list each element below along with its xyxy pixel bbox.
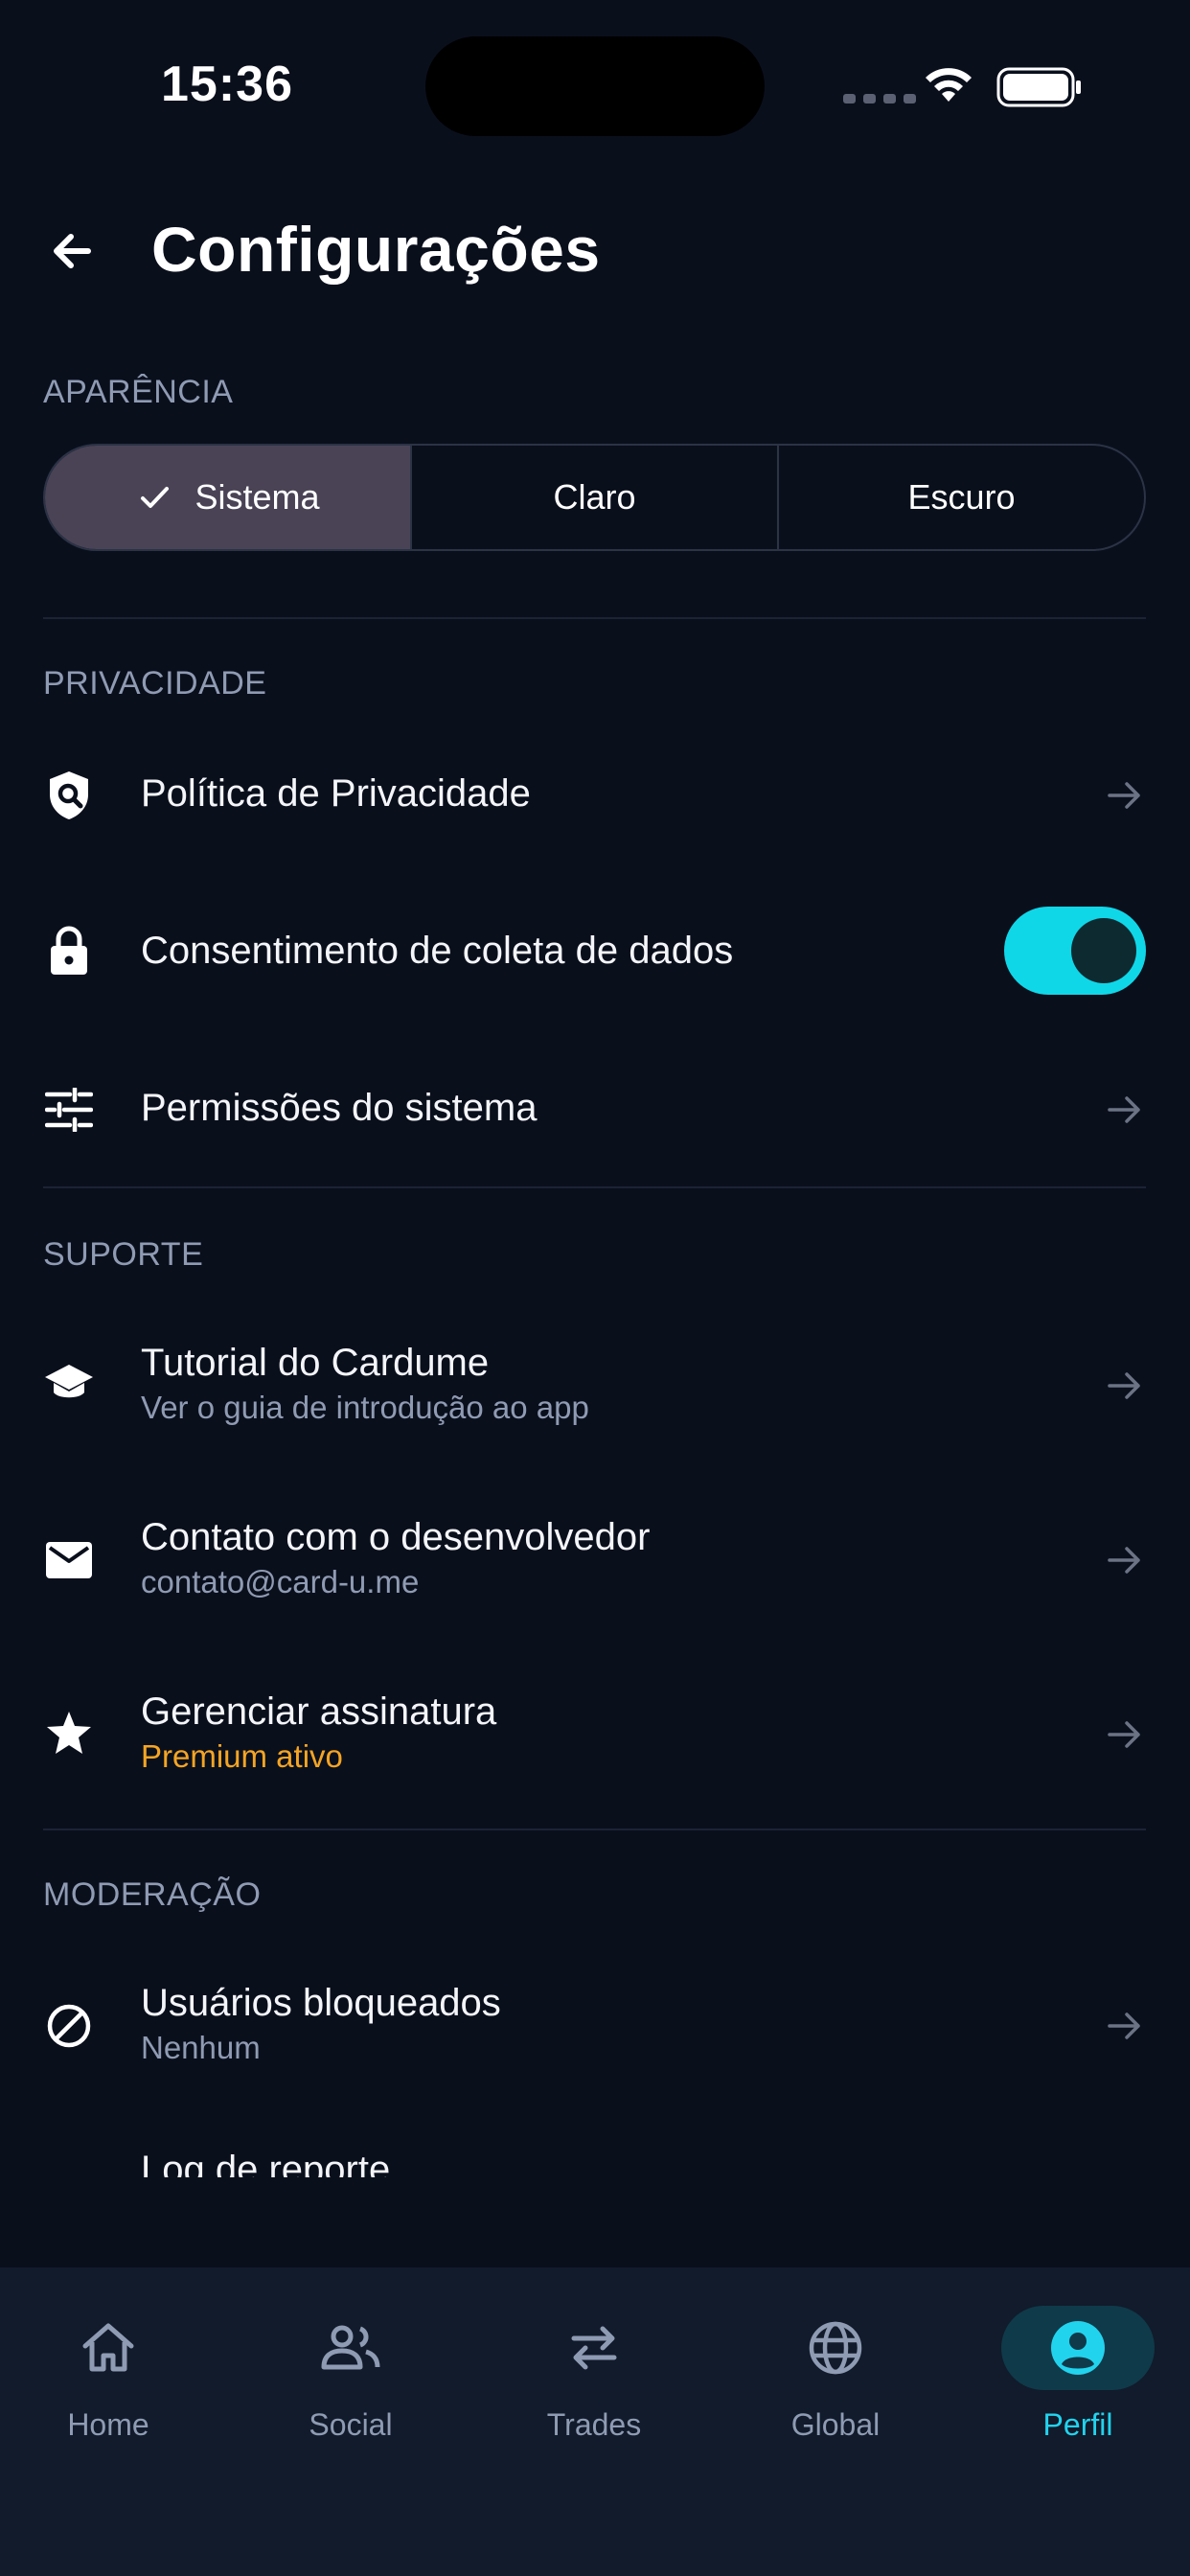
arrow-right-icon: [1108, 2012, 1140, 2039]
segment-sistema[interactable]: Sistema: [45, 446, 412, 549]
section-support: SUPORTE: [43, 1236, 204, 1273]
globe-icon: [809, 2321, 862, 2375]
swap-icon: [571, 2326, 617, 2370]
row-tutorial[interactable]: Tutorial do Cardume Ver o guia de introd…: [0, 1313, 1190, 1459]
segment-label: Escuro: [907, 477, 1016, 517]
shield-search-icon: [42, 769, 96, 822]
nav-label: Global: [790, 2407, 881, 2442]
segment-claro[interactable]: Claro: [412, 446, 779, 549]
status-bar: 15:36: [0, 0, 1190, 172]
row-manage-subscription[interactable]: Gerenciar assinatura Premium ativo: [0, 1662, 1190, 1807]
home-icon: [82, 2323, 134, 2372]
segment-escuro[interactable]: Escuro: [779, 446, 1144, 549]
row-privacy-policy[interactable]: Política de Privacidade: [0, 728, 1190, 862]
block-icon: [42, 1999, 96, 2053]
clipped-row: Log de reporte: [0, 2147, 1190, 2177]
row-title: Consentimento de coleta de dados: [141, 930, 734, 972]
row-blocked-users[interactable]: Usuários bloqueados Nenhum: [0, 1955, 1190, 2099]
profile-icon: [1051, 2321, 1105, 2375]
arrow-right-icon: [1108, 782, 1140, 809]
divider: [43, 1186, 1146, 1188]
bottom-navigation: Home Social Trades Global Perfil: [0, 2267, 1190, 2576]
arrow-right-icon: [1108, 1096, 1140, 1123]
appearance-segmented-control: Sistema Claro Escuro: [43, 444, 1146, 551]
arrow-right-icon: [1108, 1547, 1140, 1574]
data-consent-toggle[interactable]: [1004, 907, 1146, 995]
page-title: Configurações: [151, 214, 601, 285]
settings-screen: 15:36 Configurações APARÊNCIA Sistema Cl…: [0, 0, 1190, 2576]
row-title: Gerenciar assinatura: [141, 1690, 497, 1733]
wifi-icon: [926, 68, 972, 102]
row-title: Tutorial do Cardume: [141, 1342, 490, 1384]
row-subtitle: contato@card-u.me: [141, 1564, 420, 1599]
segment-label: Sistema: [195, 477, 320, 517]
segment-label: Claro: [553, 477, 636, 517]
nav-label: Trades: [546, 2407, 642, 2442]
sliders-icon: [42, 1083, 96, 1137]
arrow-right-icon: [1108, 1372, 1140, 1399]
lock-icon: [42, 924, 96, 978]
arrow-right-icon: [1108, 1721, 1140, 1748]
row-title: Contato com o desenvolvedor: [141, 1516, 651, 1558]
row-title[interactable]: Log de reporte: [141, 2149, 390, 2177]
row-contact-developer[interactable]: Contato com o desenvolvedor contato@card…: [0, 1487, 1190, 1633]
nav-label: Perfil: [1042, 2407, 1113, 2442]
nav-social[interactable]: Social: [255, 2306, 446, 2443]
mail-icon: [42, 1533, 96, 1587]
nav-label: Social: [309, 2407, 393, 2442]
row-system-permissions[interactable]: Permissões do sistema: [0, 1043, 1190, 1177]
nav-trades[interactable]: Trades: [498, 2306, 690, 2443]
check-icon: [135, 478, 173, 517]
nav-icon-wrap: [1001, 2306, 1155, 2390]
row-subtitle: Nenhum: [141, 2030, 261, 2065]
nav-label: Home: [67, 2407, 149, 2442]
section-appearance: APARÊNCIA: [43, 374, 234, 410]
cellular-signal-icon: [843, 94, 916, 104]
nav-icon-wrap: [274, 2306, 427, 2390]
dynamic-island: [425, 36, 765, 136]
nav-icon-wrap: [517, 2306, 671, 2390]
nav-perfil[interactable]: Perfil: [982, 2306, 1174, 2443]
row-title: Usuários bloqueados: [141, 1982, 501, 2024]
toggle-knob: [1071, 918, 1136, 983]
section-moderation: MODERAÇÃO: [43, 1876, 262, 1913]
divider: [43, 1828, 1146, 1830]
divider: [43, 617, 1146, 619]
nav-global[interactable]: Global: [740, 2306, 931, 2443]
nav-icon-wrap: [32, 2306, 185, 2390]
premium-status: Premium ativo: [141, 1738, 343, 1774]
graduation-cap-icon: [42, 1357, 96, 1411]
nav-icon-wrap: [759, 2306, 912, 2390]
status-time: 15:36: [161, 57, 293, 112]
back-arrow-icon[interactable]: [46, 220, 107, 282]
row-data-consent: Consentimento de coleta de dados: [0, 886, 1190, 1020]
row-subtitle: Ver o guia de introdução ao app: [141, 1390, 589, 1425]
row-title: Permissões do sistema: [141, 1087, 538, 1129]
battery-icon: [996, 67, 1081, 107]
nav-home[interactable]: Home: [12, 2306, 204, 2443]
star-icon: [42, 1706, 96, 1760]
people-icon: [321, 2325, 380, 2370]
row-title: Política de Privacidade: [141, 772, 531, 815]
section-privacy: PRIVACIDADE: [43, 665, 267, 702]
